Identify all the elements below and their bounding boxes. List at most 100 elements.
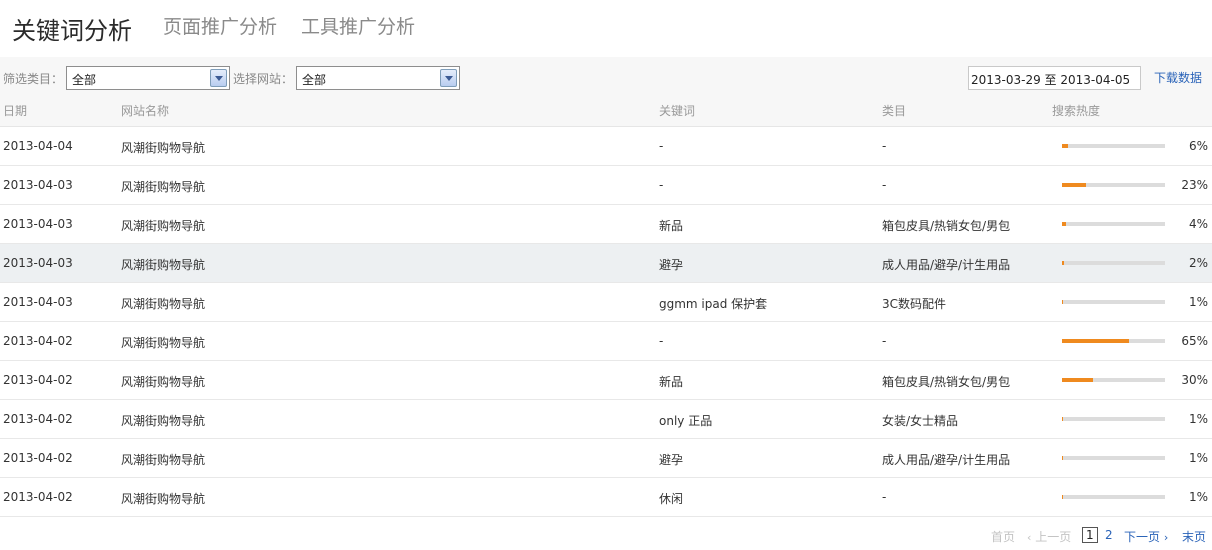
row-category: 成人用品/避孕/计生用品 [882,453,1011,467]
row-date: 2013-04-03 [3,178,73,192]
row-keyword: - [659,139,664,153]
row-search-heat-percent: 6% [1188,139,1208,153]
search-heat-bar-fill [1062,378,1093,382]
table-row[interactable]: 2013-04-04 风潮街购物导航 - - 6% [0,127,1212,166]
next-page-button[interactable]: 下一页 › [1124,528,1168,545]
row-search-heat-percent: 2% [1188,256,1208,270]
site-select[interactable]: 全部 [296,66,460,90]
pagination: 首页 ‹ 上一页 1 2 下一页 › 末页 [0,527,1212,547]
row-search-heat-percent: 1% [1188,490,1208,504]
table-row[interactable]: 2013-04-03 风潮街购物导航 - - 23% [0,166,1212,205]
search-heat-bar [1062,183,1165,187]
table-row[interactable]: 2013-04-02 风潮街购物导航 避孕 成人用品/避孕/计生用品 1% [0,439,1212,478]
date-range-value: 2013-03-29 至 2013-04-05 [971,73,1131,87]
search-heat-bar-fill [1062,417,1063,421]
filter-bar: 筛选类目： 全部 选择网站： 全部 2013-03-29 至 2013-04-0… [0,57,1212,95]
row-date: 2013-04-03 [3,295,73,309]
row-date: 2013-04-03 [3,256,73,270]
row-site-name: 风潮街购物导航 [121,492,206,506]
category-select-value: 全部 [72,73,97,87]
row-date: 2013-04-03 [3,217,73,231]
row-date: 2013-04-02 [3,490,73,504]
page-number-1[interactable]: 1 [1082,527,1098,543]
row-site-name: 风潮街购物导航 [121,297,206,311]
row-category: - [882,178,887,192]
search-heat-bar [1062,300,1165,304]
table-row[interactable]: 2013-04-02 风潮街购物导航 新品 箱包皮具/热销女包/男包 30% [0,361,1212,400]
search-heat-bar [1062,456,1165,460]
row-keyword: 新品 [659,219,684,233]
table-row[interactable]: 2013-04-03 风潮街购物导航 ggmm ipad 保护套 3C数码配件 1% [0,283,1212,322]
row-search-heat-percent: 30% [1181,373,1208,387]
table-row[interactable]: 2013-04-02 风潮街购物导航 only 正品 女装/女士精品 1% [0,400,1212,439]
row-category: 3C数码配件 [882,297,947,311]
row-keyword: 休闲 [659,492,684,506]
search-heat-bar [1062,222,1165,226]
row-search-heat-percent: 1% [1188,412,1208,426]
row-keyword: - [659,178,664,192]
first-page-button[interactable]: 首页 [991,528,1015,545]
tab-keyword-analysis[interactable]: 关键词分析 [12,11,132,46]
row-site-name: 风潮街购物导航 [121,258,206,272]
row-category: 箱包皮具/热销女包/男包 [882,375,1011,389]
tab-tool-promotion-analysis[interactable]: 工具推广分析 [301,12,415,39]
row-category: - [882,139,887,153]
analysis-tabs: 关键词分析 页面推广分析 工具推广分析 [0,0,1212,56]
row-keyword: 避孕 [659,258,684,272]
row-date: 2013-04-02 [3,451,73,465]
page-number-2[interactable]: 2 [1105,528,1113,542]
row-keyword: - [659,334,664,348]
search-heat-bar-fill [1062,456,1063,460]
chevron-down-icon[interactable] [210,69,227,87]
row-date: 2013-04-04 [3,139,73,153]
column-header-category: 类目 [882,104,907,118]
prev-page-button[interactable]: ‹ 上一页 [1027,528,1071,545]
row-site-name: 风潮街购物导航 [121,375,206,389]
row-site-name: 风潮街购物导航 [121,180,206,194]
column-header-keyword: 关键词 [659,104,696,118]
search-heat-bar [1062,144,1165,148]
chevron-down-icon[interactable] [440,69,457,87]
search-heat-bar-fill [1062,495,1063,499]
search-heat-bar-fill [1062,300,1063,304]
row-category: 成人用品/避孕/计生用品 [882,258,1011,272]
search-heat-bar-fill [1062,183,1086,187]
column-header-search-heat: 搜索热度 [1052,104,1101,118]
category-select[interactable]: 全部 [66,66,230,90]
row-keyword: ggmm ipad 保护套 [659,297,768,311]
row-search-heat-percent: 23% [1181,178,1208,192]
table-header: 日期 网站名称 关键词 类目 搜索热度 [0,95,1212,127]
row-date: 2013-04-02 [3,373,73,387]
table-row[interactable]: 2013-04-03 风潮街购物导航 避孕 成人用品/避孕/计生用品 2% [0,244,1212,283]
table-row[interactable]: 2013-04-02 风潮街购物导航 休闲 - 1% [0,478,1212,517]
search-heat-bar [1062,495,1165,499]
table-row[interactable]: 2013-04-02 风潮街购物导航 - - 65% [0,322,1212,361]
row-keyword: 避孕 [659,453,684,467]
row-category: - [882,334,887,348]
row-category: - [882,490,887,504]
row-site-name: 风潮街购物导航 [121,414,206,428]
site-select-value: 全部 [302,73,327,87]
row-site-name: 风潮街购物导航 [121,453,206,467]
prev-page-label: 上一页 [1035,530,1072,544]
date-range-input[interactable]: 2013-03-29 至 2013-04-05 [968,66,1141,90]
column-header-date: 日期 [3,104,28,118]
chevron-right-icon: › [1163,531,1169,544]
category-filter-label: 筛选类目： [3,72,64,86]
search-heat-bar [1062,339,1165,343]
row-date: 2013-04-02 [3,334,73,348]
row-category: 箱包皮具/热销女包/男包 [882,219,1011,233]
table-row[interactable]: 2013-04-03 风潮街购物导航 新品 箱包皮具/热销女包/男包 4% [0,205,1212,244]
row-category: 女装/女士精品 [882,414,959,428]
row-keyword: only 正品 [659,414,713,428]
last-page-button[interactable]: 末页 [1182,528,1206,545]
next-page-label: 下一页 [1124,530,1161,544]
search-heat-bar-fill [1062,261,1064,265]
row-keyword: 新品 [659,375,684,389]
search-heat-bar-fill [1062,339,1129,343]
search-heat-bar-fill [1062,144,1068,148]
tab-page-promotion-analysis[interactable]: 页面推广分析 [163,12,277,39]
row-search-heat-percent: 1% [1188,295,1208,309]
search-heat-bar [1062,417,1165,421]
download-data-link[interactable]: 下载数据 [1154,69,1202,86]
